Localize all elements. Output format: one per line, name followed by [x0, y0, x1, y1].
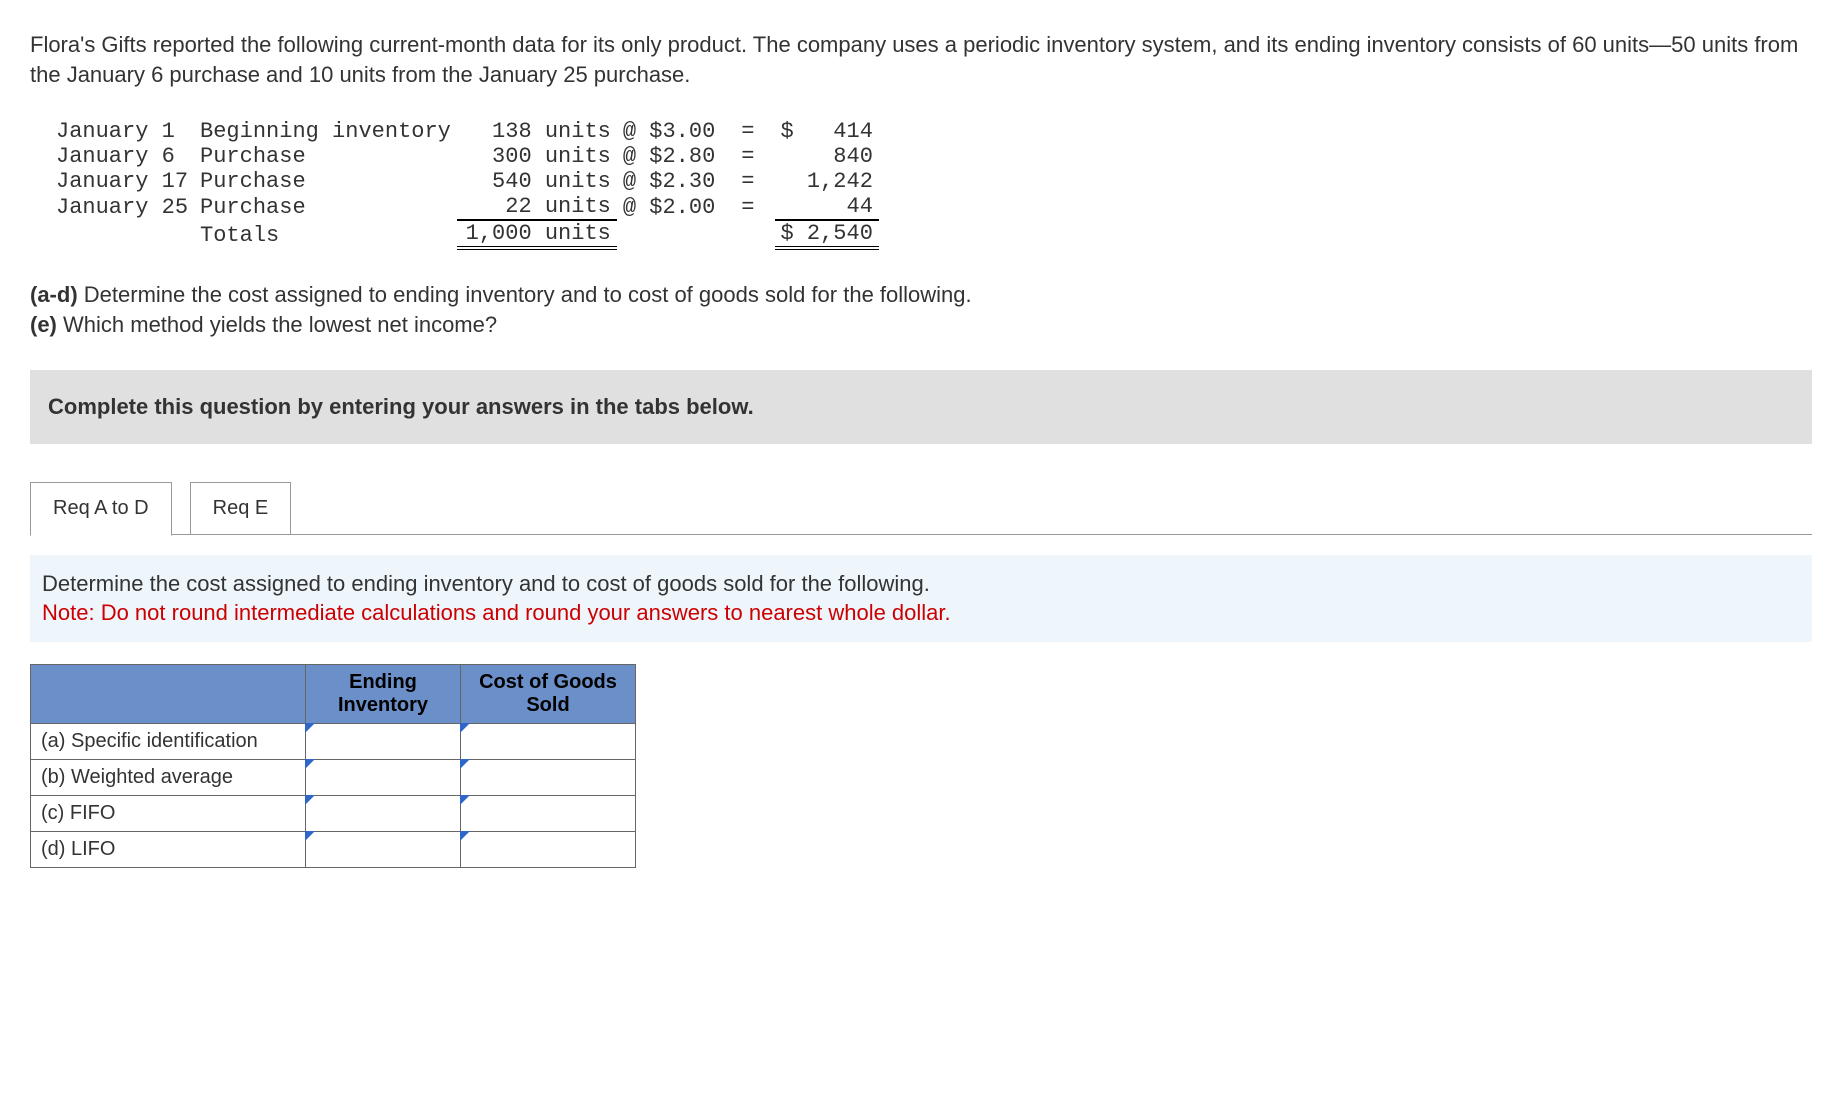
units: 22 units — [457, 194, 617, 220]
units: 540 units — [457, 169, 617, 194]
tab-desc-line1: Determine the cost assigned to ending in… — [42, 569, 1800, 599]
equals: = — [721, 169, 774, 194]
tab-content-panel: Determine the cost assigned to ending in… — [30, 534, 1812, 868]
date: January 17 — [50, 169, 194, 194]
q-e-label: (e) — [30, 312, 57, 337]
tab-desc-note: Note: Do not round intermediate calculat… — [42, 598, 1800, 628]
table-row: (d) LIFO — [31, 832, 636, 868]
price: @ $2.00 — [617, 194, 721, 220]
inventory-row: January 25 Purchase 22 units @ $2.00 = 4… — [50, 194, 879, 220]
inventory-data-table: January 1 Beginning inventory 138 units … — [50, 119, 879, 250]
equals: = — [721, 194, 774, 220]
input-field[interactable] — [461, 724, 635, 759]
col-header-cogs: Cost of Goods Sold — [461, 665, 636, 724]
desc: Purchase — [194, 169, 457, 194]
inventory-row: January 1 Beginning inventory 138 units … — [50, 119, 879, 144]
input-b-ending[interactable] — [306, 760, 461, 796]
amount: $ 414 — [775, 119, 879, 144]
tab-description: Determine the cost assigned to ending in… — [30, 555, 1812, 642]
input-d-cogs[interactable] — [461, 832, 636, 868]
price: @ $3.00 — [617, 119, 721, 144]
corner-header — [31, 665, 306, 724]
tab-req-e[interactable]: Req E — [190, 482, 292, 535]
amount: 44 — [775, 194, 879, 220]
amount: 840 — [775, 144, 879, 169]
input-field[interactable] — [306, 796, 460, 831]
totals-label: Totals — [194, 220, 457, 248]
row-label-weighted-avg: (b) Weighted average — [31, 760, 306, 796]
input-c-cogs[interactable] — [461, 796, 636, 832]
desc: Beginning inventory — [194, 119, 457, 144]
date: January 1 — [50, 119, 194, 144]
input-field[interactable] — [306, 724, 460, 759]
q-ad-text: Determine the cost assigned to ending in… — [78, 282, 972, 307]
table-row: (b) Weighted average — [31, 760, 636, 796]
date: January 25 — [50, 194, 194, 220]
table-row: (a) Specific identification — [31, 724, 636, 760]
inventory-totals-row: Totals 1,000 units $ 2,540 — [50, 220, 879, 248]
input-a-ending[interactable] — [306, 724, 461, 760]
inventory-row: January 6 Purchase 300 units @ $2.80 = 8… — [50, 144, 879, 169]
table-row: (c) FIFO — [31, 796, 636, 832]
inventory-row: January 17 Purchase 540 units @ $2.30 = … — [50, 169, 879, 194]
input-field[interactable] — [306, 760, 460, 795]
row-label-specific-id: (a) Specific identification — [31, 724, 306, 760]
equals: = — [721, 144, 774, 169]
date: January 6 — [50, 144, 194, 169]
instruction-bar: Complete this question by entering your … — [30, 370, 1812, 444]
tab-bar: Req A to D Req E — [30, 482, 1812, 535]
intro-text: Flora's Gifts reported the following cur… — [30, 30, 1812, 89]
input-a-cogs[interactable] — [461, 724, 636, 760]
question-prompt: (a-d) Determine the cost assigned to end… — [30, 280, 1812, 339]
amount: 1,242 — [775, 169, 879, 194]
input-c-ending[interactable] — [306, 796, 461, 832]
desc: Purchase — [194, 194, 457, 220]
tab-req-a-to-d[interactable]: Req A to D — [30, 482, 172, 536]
equals: = — [721, 119, 774, 144]
input-b-cogs[interactable] — [461, 760, 636, 796]
row-label-lifo: (d) LIFO — [31, 832, 306, 868]
input-field[interactable] — [461, 760, 635, 795]
units: 138 units — [457, 119, 617, 144]
units: 300 units — [457, 144, 617, 169]
col-header-ending-inventory: Ending Inventory — [306, 665, 461, 724]
totals-amount: $ 2,540 — [775, 220, 879, 248]
q-e-text: Which method yields the lowest net incom… — [57, 312, 497, 337]
desc: Purchase — [194, 144, 457, 169]
input-field[interactable] — [306, 832, 460, 867]
input-d-ending[interactable] — [306, 832, 461, 868]
totals-units: 1,000 units — [457, 220, 617, 248]
price: @ $2.30 — [617, 169, 721, 194]
price: @ $2.80 — [617, 144, 721, 169]
answer-table: Ending Inventory Cost of Goods Sold (a) … — [30, 664, 636, 868]
q-ad-label: (a-d) — [30, 282, 78, 307]
input-field[interactable] — [461, 832, 635, 867]
row-label-fifo: (c) FIFO — [31, 796, 306, 832]
input-field[interactable] — [461, 796, 635, 831]
